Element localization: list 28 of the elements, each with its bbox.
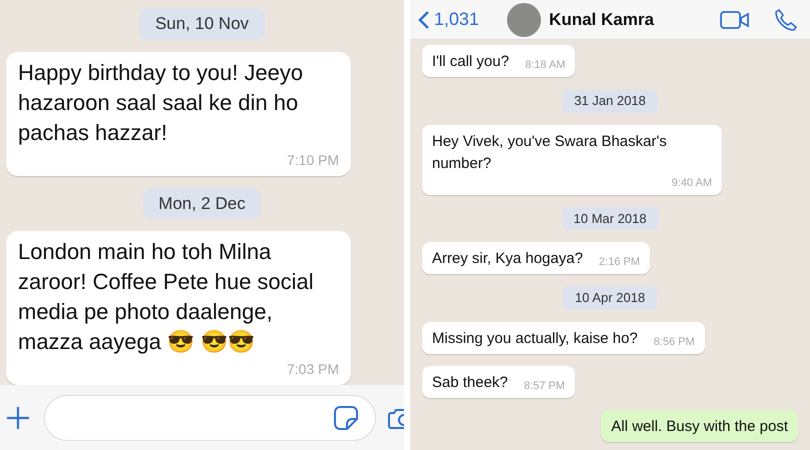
video-call-icon[interactable] [720,10,750,30]
message-text: All well. Busy with the post [611,416,788,436]
message-input-field[interactable] [44,394,376,440]
message-time: 8:57 PM [524,378,565,394]
date-label: Sun, 10 Nov [139,8,265,40]
message-time: 8:18 AM [525,58,566,73]
sticker-icon[interactable] [333,404,359,430]
message-text: Hey Vivek, you've Swara Bhaskar's number? [432,132,668,174]
avatar-photo-placeholder [507,2,542,36]
back-chevron-icon [418,10,430,30]
message-text: Arrey sir, Kya hogaya? [432,249,583,269]
date-label: 31 Jan 2018 [562,89,658,112]
contact-name: Kunal Kamra [549,8,654,31]
message-text: Missing you actually, kaise ho? [432,328,638,348]
message-text: Sab theek? [432,372,508,392]
message-time: 2:16 PM [598,255,640,270]
message-time: 9:40 AM [672,176,712,190]
back-button[interactable]: 1,031 [418,6,480,33]
date-label: Mon, 2 Dec [142,188,262,219]
phone-icon[interactable] [774,8,798,32]
message-text: London main ho toh Milna zaroor! Coffee Pete hue social media pe photo daalenge, mazza aayega 😎 😎😎 [18,238,315,356]
date-label: 10 Mar 2018 [562,206,658,230]
message-text: I'll call you? [432,52,510,72]
date-label: 10 Apr 2018 [562,286,658,310]
message-text: Happy birthday to you! Jeeyo hazaroon saal saal ke din ho pachas hazzar! [18,58,304,147]
message-time: 7:03 PM [286,360,339,379]
message-time: 7:10 PM [286,150,339,170]
message-time: 8:56 PM [654,334,695,350]
